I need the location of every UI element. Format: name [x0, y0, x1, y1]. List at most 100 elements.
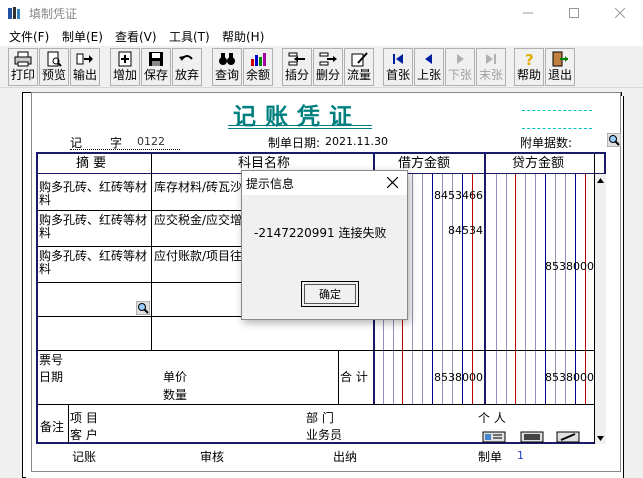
- grid: [545, 174, 546, 404]
- maker-value: 1: [517, 449, 524, 462]
- first-button[interactable]: 首张: [383, 48, 413, 86]
- last-icon: [486, 54, 496, 64]
- cashflow-button[interactable]: 流量: [344, 48, 374, 86]
- entry-account[interactable]: 库存材料/砖瓦沙: [154, 181, 242, 194]
- date-value[interactable]: 2021.11.30: [325, 135, 388, 148]
- discard-button[interactable]: 放弃: [172, 48, 202, 86]
- save-button[interactable]: 保存: [141, 48, 171, 86]
- col-sep-1: [151, 154, 152, 350]
- credit-header: 贷方金额: [512, 156, 565, 171]
- grid: [575, 174, 576, 404]
- grid: [472, 174, 473, 404]
- balance-button[interactable]: 余额: [243, 48, 273, 86]
- grid: [535, 174, 536, 404]
- add-button[interactable]: 增加: [110, 48, 140, 86]
- menu-view[interactable]: 查看(V): [115, 28, 157, 45]
- scroll-down-icon[interactable]: [596, 434, 605, 442]
- query-button[interactable]: 查询: [212, 48, 242, 86]
- binoculars-icon: [219, 53, 235, 65]
- menu-help[interactable]: 帮助(H): [222, 28, 264, 45]
- dialog-ok-label: 确定: [304, 284, 356, 304]
- delete-row-icon: [319, 52, 337, 66]
- summary-lookup-icon[interactable]: [136, 301, 150, 315]
- entry-account[interactable]: 应付账款/项目往: [154, 250, 242, 263]
- last-button[interactable]: 末张: [476, 48, 506, 86]
- entry-summary[interactable]: 购多孔砖、红砖等材料: [39, 214, 151, 240]
- maximize-button[interactable]: [551, 0, 597, 26]
- print-button[interactable]: 打印: [8, 48, 38, 86]
- grid: [506, 174, 507, 404]
- minimize-button[interactable]: [505, 0, 551, 26]
- save-label: 保存: [143, 68, 168, 82]
- first-icon: [393, 54, 403, 64]
- insert-entry-button[interactable]: 插分: [282, 48, 312, 86]
- dialog-ok-button[interactable]: 确定: [301, 281, 359, 307]
- grid: [525, 174, 526, 404]
- toolbar: 打印 预览 输出 增加 保存 放弃 查询 余额 插分 删分 流量 首张 上张 下…: [0, 46, 643, 88]
- grid: [585, 174, 586, 404]
- grid: [442, 174, 443, 404]
- row-line: [38, 404, 594, 405]
- undo-icon: [179, 55, 193, 61]
- preview-button[interactable]: 预览: [39, 48, 69, 86]
- help-button[interactable]: ? 帮助: [514, 48, 544, 86]
- book-icon[interactable]: [520, 431, 544, 443]
- vertical-scrollbar[interactable]: [595, 174, 606, 444]
- export-button[interactable]: 输出: [70, 48, 100, 86]
- entry-account[interactable]: 应交税金/应交增: [154, 214, 242, 227]
- prev-button[interactable]: 上张: [414, 48, 444, 86]
- next-label: 下张: [447, 68, 472, 82]
- next-button[interactable]: 下张: [445, 48, 475, 86]
- row-line: [38, 350, 594, 351]
- grid: [515, 174, 516, 404]
- menu-tools[interactable]: 工具(T): [169, 28, 210, 45]
- voucher-number[interactable]: 0122: [137, 135, 165, 148]
- bookkeeper-label: 记账: [72, 450, 97, 464]
- grid: [422, 174, 423, 404]
- menu-bar: 文件(F) 制单(E) 查看(V) 工具(T) 帮助(H): [0, 26, 643, 46]
- grid: [412, 174, 413, 404]
- entry-summary[interactable]: 购多孔砖、红砖等材料: [39, 250, 151, 276]
- maker-label: 制单: [478, 450, 503, 464]
- ticket-label: 票号: [39, 353, 64, 367]
- add-label: 增加: [112, 68, 137, 82]
- total-label: 合 计: [340, 370, 368, 384]
- bar-chart-icon: [251, 53, 266, 66]
- remark-label: 备注: [40, 420, 65, 434]
- pencil-icon[interactable]: [556, 431, 580, 443]
- title-underline: [228, 125, 372, 126]
- remark-sep: [68, 404, 69, 444]
- insert-row-icon: [288, 52, 305, 66]
- delete-entry-button[interactable]: 删分: [313, 48, 343, 86]
- scroll-up-icon[interactable]: [596, 176, 605, 184]
- close-button[interactable]: [597, 0, 643, 26]
- app-icon: [8, 7, 20, 19]
- menu-voucher[interactable]: 制单(E): [62, 28, 103, 45]
- person-label: 个 人: [478, 411, 506, 425]
- help-icon: ?: [525, 51, 534, 67]
- entry-credit[interactable]: 8538000: [486, 260, 594, 273]
- total-sep: [338, 350, 339, 404]
- grid: [565, 174, 566, 404]
- dialog-close-icon[interactable]: [387, 177, 398, 188]
- card-icon[interactable]: [482, 431, 506, 443]
- discard-label: 放弃: [174, 68, 199, 82]
- total-credit: 8538000: [545, 371, 594, 384]
- printer-icon: [14, 51, 32, 67]
- last-label: 末张: [478, 68, 503, 82]
- title-underline2: [228, 128, 372, 129]
- cashier-label: 出纳: [333, 450, 358, 464]
- prev-label: 上张: [416, 68, 441, 82]
- grid: [432, 174, 433, 404]
- exit-icon: [552, 51, 568, 67]
- col-sep-3: [484, 154, 486, 404]
- print-label: 打印: [10, 68, 35, 82]
- menu-file[interactable]: 文件(F): [9, 28, 49, 45]
- title-bar: 填制凭证: [0, 0, 643, 26]
- dash-line-2: [522, 128, 592, 129]
- close-icon: [615, 8, 625, 18]
- attach-search-icon[interactable]: [607, 133, 621, 147]
- exit-button[interactable]: 退出: [545, 48, 575, 86]
- prev-icon: [425, 54, 432, 64]
- entry-summary[interactable]: 购多孔砖、红砖等材料: [39, 181, 151, 207]
